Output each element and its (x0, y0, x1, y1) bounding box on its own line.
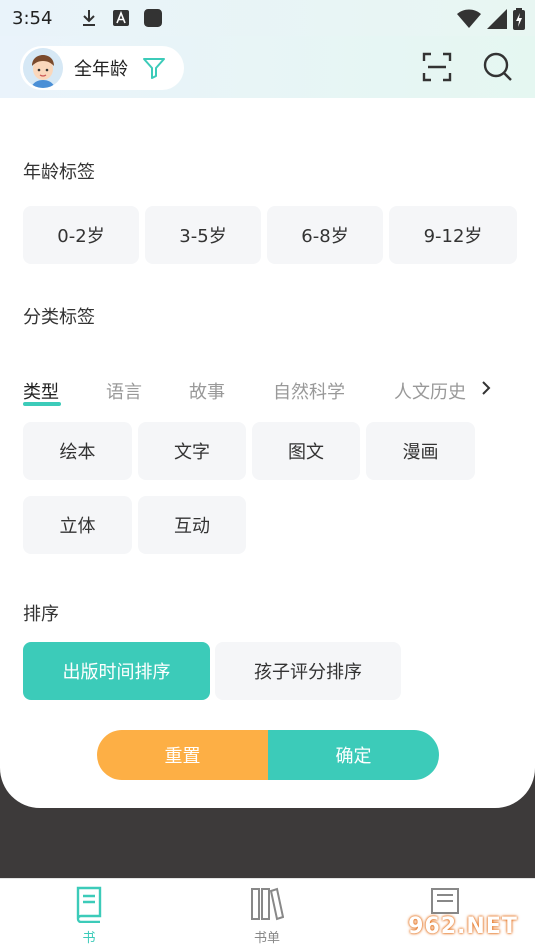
bookshelf-icon (250, 885, 285, 923)
chevron-right-icon[interactable] (478, 378, 494, 398)
app-square-icon (144, 9, 163, 27)
battery-icon (513, 8, 525, 34)
sort-option-child-rating[interactable]: 孩子评分排序 (215, 642, 401, 700)
book-icon (72, 885, 106, 924)
site-watermark: 962.NET (399, 904, 527, 948)
status-time: 3:54 (12, 7, 53, 29)
tab-natural-science[interactable]: 自然科学 (273, 378, 345, 404)
download-icon (80, 9, 98, 27)
age-filter-button[interactable]: 全年龄 (20, 46, 184, 90)
nav-label-book: 书 (82, 931, 96, 946)
reset-button[interactable]: 重置 (97, 730, 268, 780)
active-tab-indicator (23, 402, 61, 406)
nav-item-booklist[interactable]: 书单 (227, 885, 307, 946)
signal-icon (487, 9, 507, 33)
header: 全年龄 (0, 36, 535, 98)
category-chip[interactable]: 立体 (23, 496, 132, 554)
age-chip[interactable]: 0-2岁 (23, 206, 139, 264)
wifi-icon (457, 9, 481, 33)
category-chip[interactable]: 文字 (138, 422, 246, 480)
nav-label-booklist: 书单 (253, 931, 280, 946)
action-buttons: 重置 确定 (97, 730, 439, 780)
sort-section-title: 排序 (23, 604, 59, 625)
nav-item-book[interactable]: 书 (49, 885, 129, 946)
status-bar: 3:54 (0, 0, 535, 36)
filter-icon (142, 56, 166, 80)
avatar (23, 48, 63, 88)
age-filter-label: 全年龄 (74, 59, 128, 80)
age-chip[interactable]: 3-5岁 (145, 206, 261, 264)
tab-humanities-history[interactable]: 人文历史 (394, 378, 466, 404)
category-chip[interactable]: 漫画 (366, 422, 475, 480)
age-chip[interactable]: 9-12岁 (389, 206, 517, 264)
search-icon[interactable] (482, 51, 514, 83)
category-chip[interactable]: 互动 (138, 496, 246, 554)
tab-language[interactable]: 语言 (106, 378, 142, 404)
a-badge-icon (112, 9, 130, 27)
category-section-title: 分类标签 (23, 307, 95, 328)
category-chip[interactable]: 图文 (252, 422, 360, 480)
tab-story[interactable]: 故事 (189, 378, 225, 404)
watermark-text: 962.NET (408, 913, 518, 939)
age-chip[interactable]: 6-8岁 (267, 206, 383, 264)
tab-type[interactable]: 类型 (23, 378, 59, 404)
filter-panel: 年龄标签 0-2岁 3-5岁 6-8岁 9-12岁 分类标签 类型 语言 故事 … (0, 98, 535, 808)
confirm-button[interactable]: 确定 (268, 730, 439, 780)
scan-icon[interactable] (422, 52, 452, 82)
age-section-title: 年龄标签 (23, 162, 95, 183)
category-chip[interactable]: 绘本 (23, 422, 132, 480)
sort-option-publish-time[interactable]: 出版时间排序 (23, 642, 210, 700)
